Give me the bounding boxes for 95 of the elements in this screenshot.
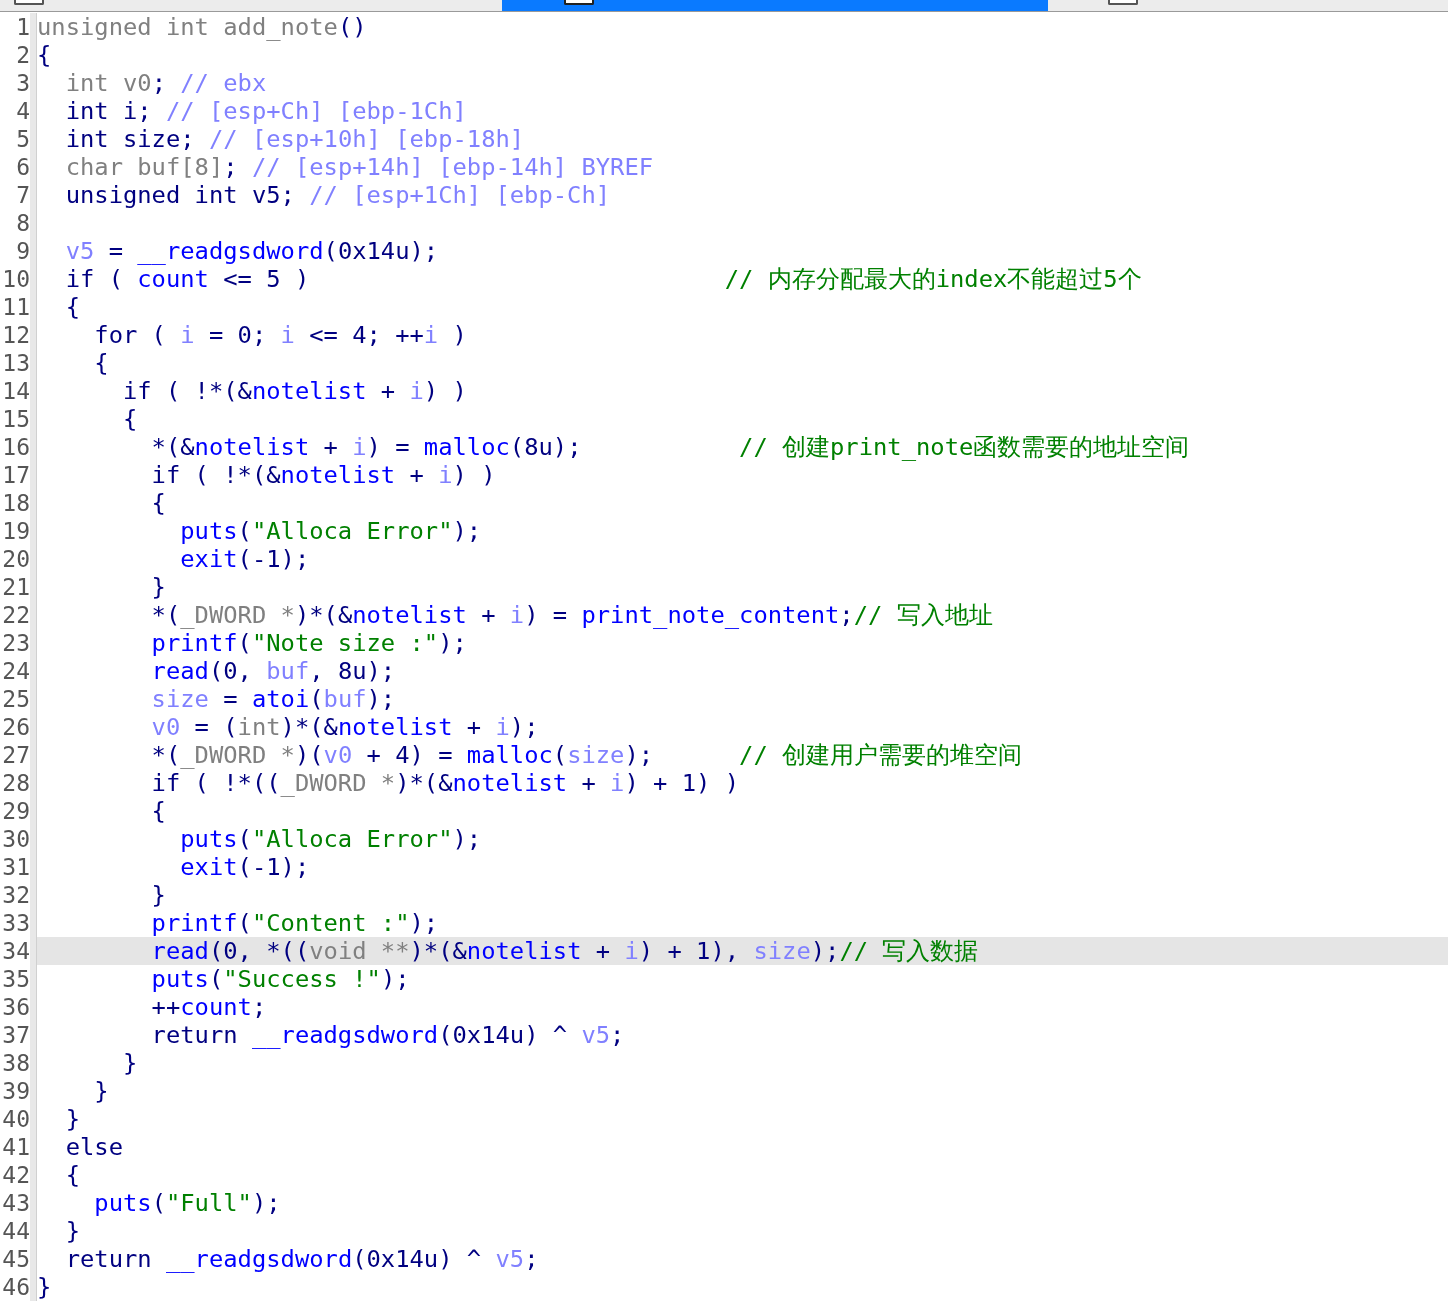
line-number: 16 [2,434,30,460]
line-number: 15 [2,406,30,432]
line-number: 10 [2,266,30,292]
code-line: printf("Content :"); [150,909,439,937]
line-number: 20 [2,546,30,572]
code-line: } [37,1273,52,1301]
line-number: 1 [16,14,30,40]
code-line: for ( i = 0; i <= 4; ++i ) [93,321,467,349]
code-line: int v0; // ebx [64,69,267,97]
code-line: read(0, *((void **)*(&notelist + i) + 1), size);// 写入数据 [150,937,979,965]
line-number: 32 [2,882,30,908]
code-line: if ( !*(&notelist + i) ) [121,377,467,405]
line-number: 35 [2,966,30,992]
code-line: { [64,1161,80,1189]
line-number: 33 [2,910,30,936]
code-line: return __readgsdword(0x14u) ^ v5; [64,1245,539,1273]
line-number: 22 [2,602,30,628]
code-line: char buf[8]; // [esp+14h] [ebp-14h] BYREF [64,153,654,181]
line-number: 5 [16,126,30,152]
line-number: 36 [2,994,30,1020]
line-number: 43 [2,1190,30,1216]
code-line: { [64,293,80,321]
line-number: 19 [2,518,30,544]
line-number: 29 [2,798,30,824]
line-number: 40 [2,1106,30,1132]
line-number: 46 [2,1274,30,1300]
code-line: { [150,489,166,517]
code-line: read(0, buf, 8u); [150,657,396,685]
code-line: puts("Alloca Error"); [179,825,482,853]
line-number: 27 [2,742,30,768]
code-line: puts("Success !"); [150,965,410,993]
code-line: int size; // [esp+10h] [ebp-18h] [64,125,525,153]
code-line: *(_DWORD *)(v0 + 4) = malloc(size); // 创建用户需要的堆空间 [150,741,1023,769]
line-number: 23 [2,630,30,656]
line-number: 14 [2,378,30,404]
line-number: 8 [16,210,30,236]
line-number: 31 [2,854,30,880]
line-number: 30 [2,826,30,852]
code-line: size = atoi(buf); [150,685,396,713]
code-line: *(&notelist + i) = malloc(8u); // 创建print_note函数需要的地址空间 [150,433,1190,461]
code-line: if ( count <= 5 ) // 内存分配最大的index不能超过5个 [64,265,1142,293]
line-number: 45 [2,1246,30,1272]
window-icon [1108,0,1138,5]
line-number: 39 [2,1078,30,1104]
line-number: 44 [2,1218,30,1244]
window-icon [14,0,44,5]
line-number: 18 [2,490,30,516]
line-number: 3 [16,70,30,96]
line-number: 21 [2,574,30,600]
line-number: 4 [16,98,30,124]
code-line: v5 = __readgsdword(0x14u); [64,237,439,265]
code-line: ++count; [150,993,267,1021]
code-line: int i; // [esp+Ch] [ebp-1Ch] [64,97,467,125]
code-line: unsigned int add_note() [37,13,367,41]
editor-tab[interactable] [502,0,1048,11]
line-number: 42 [2,1162,30,1188]
code-line: } [64,1105,80,1133]
line-number: 26 [2,714,30,740]
line-number: 24 [2,658,30,684]
code-line: { [37,41,52,69]
line-number: 37 [2,1022,30,1048]
code-line: } [150,573,166,601]
line-number: 9 [16,238,30,264]
code-line: else [64,1133,123,1161]
line-number: 25 [2,686,30,712]
line-number: 38 [2,1050,30,1076]
code-line: } [64,1217,80,1245]
window-icon [564,0,594,5]
code-line: v0 = (int)*(&notelist + i); [150,713,539,741]
line-number: 6 [16,154,30,180]
code-line: } [121,1049,138,1077]
code-line: puts("Full"); [93,1189,281,1217]
code-line: } [150,881,166,909]
code-line: if ( !*(&notelist + i) ) [150,461,496,489]
code-line: puts("Alloca Error"); [179,517,482,545]
line-number: 13 [2,350,30,376]
code-line: exit(-1); [179,853,310,881]
code-line: { [150,797,166,825]
code-line: *(_DWORD *)*(&notelist + i) = print_note_content;// 写入地址 [150,601,993,629]
line-number: 12 [2,322,30,348]
line-number: 34 [2,938,30,964]
line-number: 17 [2,462,30,488]
code-line: printf("Note size :"); [150,629,467,657]
line-number: 2 [16,42,30,68]
line-number: 41 [2,1134,30,1160]
line-number: 7 [16,182,30,208]
code-line: unsigned int v5; // [esp+1Ch] [ebp-Ch] [64,181,611,209]
code-line: { [93,349,109,377]
code-line: return __readgsdword(0x14u) ^ v5; [150,1021,625,1049]
line-number: 28 [2,770,30,796]
line-number: 11 [2,294,30,320]
code-line: } [93,1077,109,1105]
code-line: if ( !*((_DWORD *)*(&notelist + i) + 1) ) [150,769,740,797]
code-line: { [121,405,138,433]
code-line: exit(-1); [179,545,310,573]
